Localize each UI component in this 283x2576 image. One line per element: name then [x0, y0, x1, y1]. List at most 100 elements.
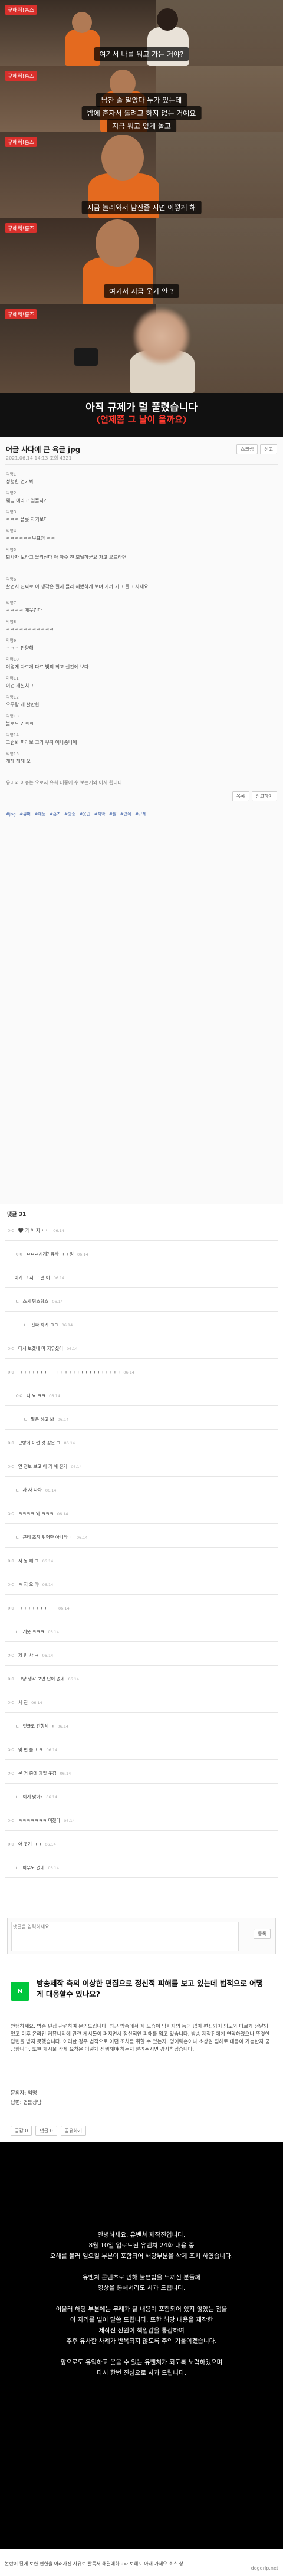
tag[interactable]: #자막 [94, 811, 106, 817]
comment-date: 06.14 [52, 1299, 63, 1304]
subtitle: 여기서 지금 웃기 안 ? [104, 284, 179, 298]
apology-line: 앞으로도 유익하고 웃음 수 있는 유밴쳐가 되도록 노력하겠으며 [60, 2359, 223, 2366]
comment-nick[interactable]: ㄴ [24, 1323, 27, 1328]
comment-text: 진짜 하게 ㅋㅋ [31, 1322, 58, 1328]
comment-button[interactable]: 댓글 0 [35, 2126, 57, 2136]
comment-date: 06.14 [61, 1323, 73, 1328]
comment-text: 몇 편 돌고 ㅋ [18, 1747, 43, 1752]
comment-divider [5, 1405, 278, 1406]
comment-text: 저 동 해 ㅋ [18, 1558, 39, 1564]
comment-nick[interactable]: ㅇㅇ [7, 1441, 15, 1446]
list-button[interactable]: 목록 [232, 791, 249, 801]
comment-nick[interactable]: ㄴ [15, 1866, 19, 1870]
comment-submit-button[interactable]: 등록 [254, 1929, 271, 1939]
comment-text: ㅋㅋㅋㅋㅋㅋㅋㅋㅋ [18, 1605, 55, 1611]
tag[interactable]: #유머 [19, 811, 31, 817]
comment-nick[interactable]: ㅇㅇ [15, 1252, 23, 1257]
comment-nick[interactable]: ㅇㅇ [7, 1842, 15, 1847]
comment-nick[interactable]: ㅇㅇ [7, 1228, 15, 1233]
comment-nick[interactable]: ㄴ [24, 1417, 27, 1422]
comment-item: 익명14 그럼봐 꺼라보 그거 무하 어나중나에 [6, 733, 77, 745]
comment-date: 06.14 [76, 1535, 88, 1540]
comment-nick[interactable]: ㅇㅇ [7, 1771, 15, 1776]
comment-row: ㅇㅇ 다시 보겠네 마 저우셨어 06.14 [7, 1345, 78, 1352]
tag[interactable]: #짤 [109, 811, 116, 817]
comment-nick[interactable]: ㅇㅇ [7, 1677, 15, 1682]
comment-row: ㅇㅇ 너 요 ㅋㅋ 06.14 [15, 1392, 60, 1399]
comment-nick[interactable]: ㅇㅇ [7, 1748, 15, 1752]
comment-text: 너 요 ㅋㅋ [26, 1393, 46, 1398]
comment-row: ㅇㅇ 근방에 이런 것 같은 ㅋ 06.14 [7, 1440, 75, 1446]
tag[interactable]: #웃긴 [79, 811, 90, 817]
comment-nick[interactable]: ㄴ [15, 1535, 19, 1540]
comment-nick[interactable]: ㅇㅇ [7, 1818, 15, 1823]
tag[interactable]: #방송 [64, 811, 75, 817]
comment-nick[interactable]: ㅇㅇ [7, 1370, 15, 1375]
tag[interactable]: #연예 [120, 811, 131, 817]
tag[interactable]: #예능 [35, 811, 46, 817]
comment-text: 개웃 ㅋㅋㅋ [22, 1629, 45, 1634]
question-body: 안녕하세요. 방송 편집 관련하여 문의드립니다. 최근 방송에서 제 모습이 … [11, 2024, 270, 2053]
comment-date: 06.14 [57, 1417, 69, 1422]
comment-item: 익명12 오무랑 개 살만한 [6, 695, 40, 707]
tag[interactable]: #jpg [6, 812, 16, 817]
comment-nick[interactable]: ㄴ [15, 1488, 19, 1493]
video-still-3: 구해줘!홈즈 지금 놀러와서 남잔줄 지면 어떻게 해 [0, 132, 283, 218]
comment-nick[interactable]: ㅇㅇ [15, 1394, 23, 1398]
comment-divider [5, 1523, 278, 1524]
bottom-caption: 논란이 된게 토한 면한을 아래사진 사유로 빨독서 해결에하고라 토해도 아래… [5, 2561, 183, 2567]
comment-nick[interactable]: ㅇㅇ [7, 1512, 15, 1516]
comment-row: ㄴ 아무도 없네 06.14 [15, 1864, 59, 1871]
apology-line: 추후 유사한 사례가 반복되지 않도록 주의 기울이겠습니다. [66, 2338, 217, 2345]
comment-nick[interactable]: ㄴ [15, 1795, 19, 1800]
comment-nick[interactable]: ㅇㅇ [7, 1464, 15, 1469]
comment-item: 익명4 ㅋㅋㅋㅋㅋㅋ무표정 ㅋㅋ [6, 529, 55, 541]
subtitle: 남잔 줄 알았다 누가 있는데 [96, 93, 187, 107]
report-button[interactable]: 신고 [260, 444, 277, 454]
question-title[interactable]: 방송제작 측의 이상한 편집으로 정신적 피해를 보고 있는데 법적으로 어떻게… [37, 1978, 266, 2000]
comment-nick[interactable]: ㄴ [15, 1299, 19, 1304]
comment-date: 06.14 [48, 1630, 59, 1634]
video-still-2: 구해줘!홈즈 남잔 줄 알았다 누가 있는데 밤에 혼자서 돌려고 하지 없는 … [0, 66, 283, 132]
comment-divider [5, 1712, 278, 1713]
comment-nick[interactable]: ㅇㅇ [7, 1700, 15, 1705]
comment-item: 익명15 레헤 헤헤 오 [6, 752, 31, 764]
tag[interactable]: #홈즈 [50, 811, 61, 817]
comment-input[interactable] [11, 1922, 239, 1951]
apology-line: 영상을 통해서라도 사과 드립니다. [97, 2285, 186, 2292]
post-meta: 2021.06.14 14:13 조회 4321 [6, 455, 72, 461]
comment-row: ㅇㅇㅋ 저 오 야 06.14 [7, 1581, 53, 1588]
video-still-4: 구해줘!홈즈 여기서 지금 웃기 안 ? [0, 218, 283, 304]
comment-row: ㅇㅇ 제 방 사 ㅋ 06.14 [7, 1652, 53, 1659]
comment-row: ㅇㅇ ㅋㅋㅋㅋㅋㅋㅋㅋㅋ 06.14 [7, 1605, 70, 1611]
scrap-button[interactable]: 스크랩 [236, 444, 258, 454]
post-title[interactable]: 어글 사다에 큰 욕글 jpg [6, 444, 80, 454]
comment-row: ㅇㅇ 사 진 06.14 [7, 1699, 42, 1706]
comment-nick[interactable]: ㄴ [7, 1276, 11, 1280]
comment-nick[interactable]: ㄴ [15, 1630, 19, 1634]
comment-text: ㅋㅋㅋㅋㅋㅋㅋㅋㅋㅋㅋㅋㅋㅋㅋㅋㅋㅋㅋㅋㅋㅋㅋㅋㅋ [18, 1369, 120, 1375]
comment-nick[interactable]: ㅇㅇ [7, 1582, 15, 1587]
subtitle: 지금 놀러와서 남잔줄 지면 어떻게 해 [81, 201, 202, 214]
share-button[interactable]: 공유하기 [60, 2126, 87, 2136]
comment-text: 그냥 생각 보면 답이 없네 [18, 1676, 65, 1682]
comment-text: ㅋㅋㅋㅋ 와 ㅋㅋㅋ [18, 1511, 54, 1516]
comment-nick[interactable]: ㅇㅇ [7, 1559, 15, 1564]
comment-row: ㅇㅇ 저 동 해 ㅋ 06.14 [7, 1558, 53, 1564]
comment-row: ㅇㅇ 🖤 가 이 저 ㄴㄴ 06.14 [7, 1227, 64, 1234]
camera-shape [74, 348, 98, 366]
comment-row: ㅇㅇ ㅋㅋㅋㅋㅋㅋㅋ 미쳤다 06.14 [7, 1817, 75, 1824]
tag[interactable]: #규제 [135, 811, 146, 817]
comment-nick[interactable]: ㅇㅇ [7, 1653, 15, 1658]
like-button[interactable]: 공감 0 [11, 2126, 32, 2136]
report-post-button[interactable]: 신고하기 [251, 791, 277, 801]
comment-date: 06.14 [45, 1842, 56, 1847]
comment-nick[interactable]: ㅇㅇ [7, 1606, 15, 1611]
comment-date: 06.14 [71, 1464, 82, 1469]
program-logo: 구해줘!홈즈 [5, 71, 38, 81]
comment-nick[interactable]: ㅇㅇ [7, 1346, 15, 1351]
comment-nick[interactable]: ㄴ [15, 1724, 19, 1729]
apology-line: 이 자리를 빌어 말씀 드립니다. 또한 해당 내용을 제작한 [70, 2316, 213, 2323]
comment-date: 06.14 [58, 1606, 70, 1611]
apology-line: 안녕하세요. 유밴쳐 제작진입니다. [97, 2231, 186, 2239]
